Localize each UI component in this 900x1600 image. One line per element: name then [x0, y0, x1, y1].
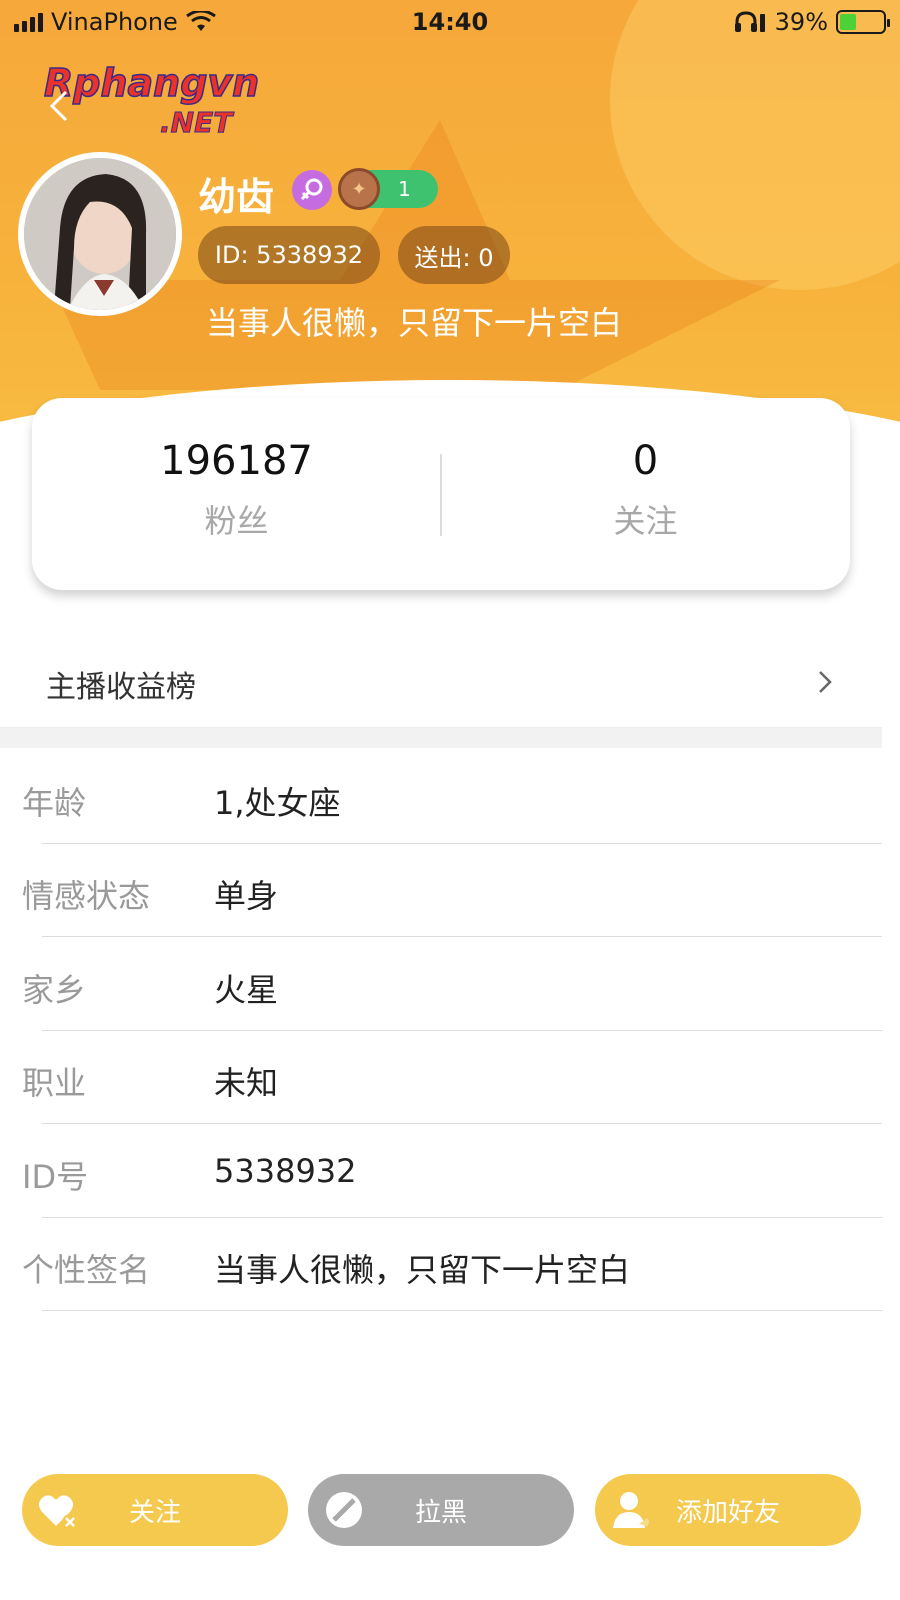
section-divider	[0, 728, 882, 748]
row-divider	[42, 1310, 882, 1311]
add-user-icon	[613, 1492, 649, 1528]
follow-label: 关注	[128, 1497, 181, 1528]
following-count: 0	[632, 438, 659, 484]
add-friend-button[interactable]: 添加好友	[595, 1474, 861, 1546]
coin-icon: ✦	[338, 168, 380, 210]
info-key: 情感状态	[22, 877, 151, 915]
watermark-logo: Rphangvn .NET	[44, 60, 260, 139]
info-row-id: ID号 5338932	[0, 1124, 882, 1218]
info-value: 火星	[214, 971, 279, 1009]
earnings-ranking-label: 主播收益榜	[46, 670, 196, 705]
fans-stat[interactable]: 196187 粉丝	[32, 438, 441, 542]
info-key: ID号	[22, 1158, 89, 1196]
battery-icon	[836, 10, 890, 34]
follow-button[interactable]: 关注	[22, 1474, 288, 1546]
info-row-occupation: 职业 未知	[0, 1030, 882, 1124]
avatar-portrait	[24, 158, 176, 310]
info-value: 单身	[214, 877, 279, 915]
battery-percent: 39%	[774, 8, 828, 36]
info-key: 个性签名	[22, 1251, 151, 1289]
following-stat[interactable]: 0 关注	[441, 438, 850, 542]
earnings-ranking-row[interactable]: 主播收益榜	[0, 636, 882, 728]
avatar[interactable]	[18, 152, 182, 316]
info-key: 家乡	[22, 971, 87, 1009]
info-key: 年龄	[22, 784, 87, 822]
chevron-right-icon	[819, 671, 832, 693]
header-signature: 当事人很懒，只留下一片空白	[206, 304, 623, 342]
back-arrow-icon[interactable]	[44, 86, 74, 126]
headphones-icon	[734, 11, 765, 32]
sent-count-pill: 送出: 0	[398, 226, 510, 284]
nickname: 幼齿	[198, 175, 275, 219]
watermark-suffix: .NET	[160, 106, 234, 139]
info-row-hometown: 家乡 火星	[0, 937, 882, 1031]
fans-label: 粉丝	[204, 502, 269, 540]
female-icon	[292, 170, 332, 210]
info-value: 未知	[214, 1064, 279, 1102]
block-label: 拉黑	[414, 1497, 467, 1528]
following-label: 关注	[613, 502, 678, 540]
block-icon	[326, 1492, 362, 1528]
status-bar: VinaPhone 14:40 39%	[0, 0, 900, 44]
info-value: 当事人很懒，只留下一片空白	[214, 1251, 631, 1289]
level-number: 1	[398, 177, 411, 201]
add-friend-label: 添加好友	[675, 1497, 780, 1528]
watermark-brand: Rphangvn	[44, 61, 259, 105]
user-id-pill: ID: 5338932	[198, 226, 380, 284]
level-badge: ✦ 1	[338, 168, 438, 210]
fans-count: 196187	[160, 438, 313, 484]
block-button[interactable]: 拉黑	[308, 1474, 574, 1546]
info-row-relationship: 情感状态 单身	[0, 843, 882, 937]
stats-card: 196187 粉丝 0 关注	[32, 398, 850, 590]
info-value: 1,处女座	[214, 784, 341, 822]
info-row-age: 年龄 1,处女座	[0, 750, 882, 844]
info-key: 职业	[22, 1064, 87, 1102]
info-value: 5338932	[214, 1152, 357, 1190]
info-row-signature: 个性签名 当事人很懒，只留下一片空白	[0, 1217, 882, 1311]
heart-icon	[39, 1495, 78, 1530]
